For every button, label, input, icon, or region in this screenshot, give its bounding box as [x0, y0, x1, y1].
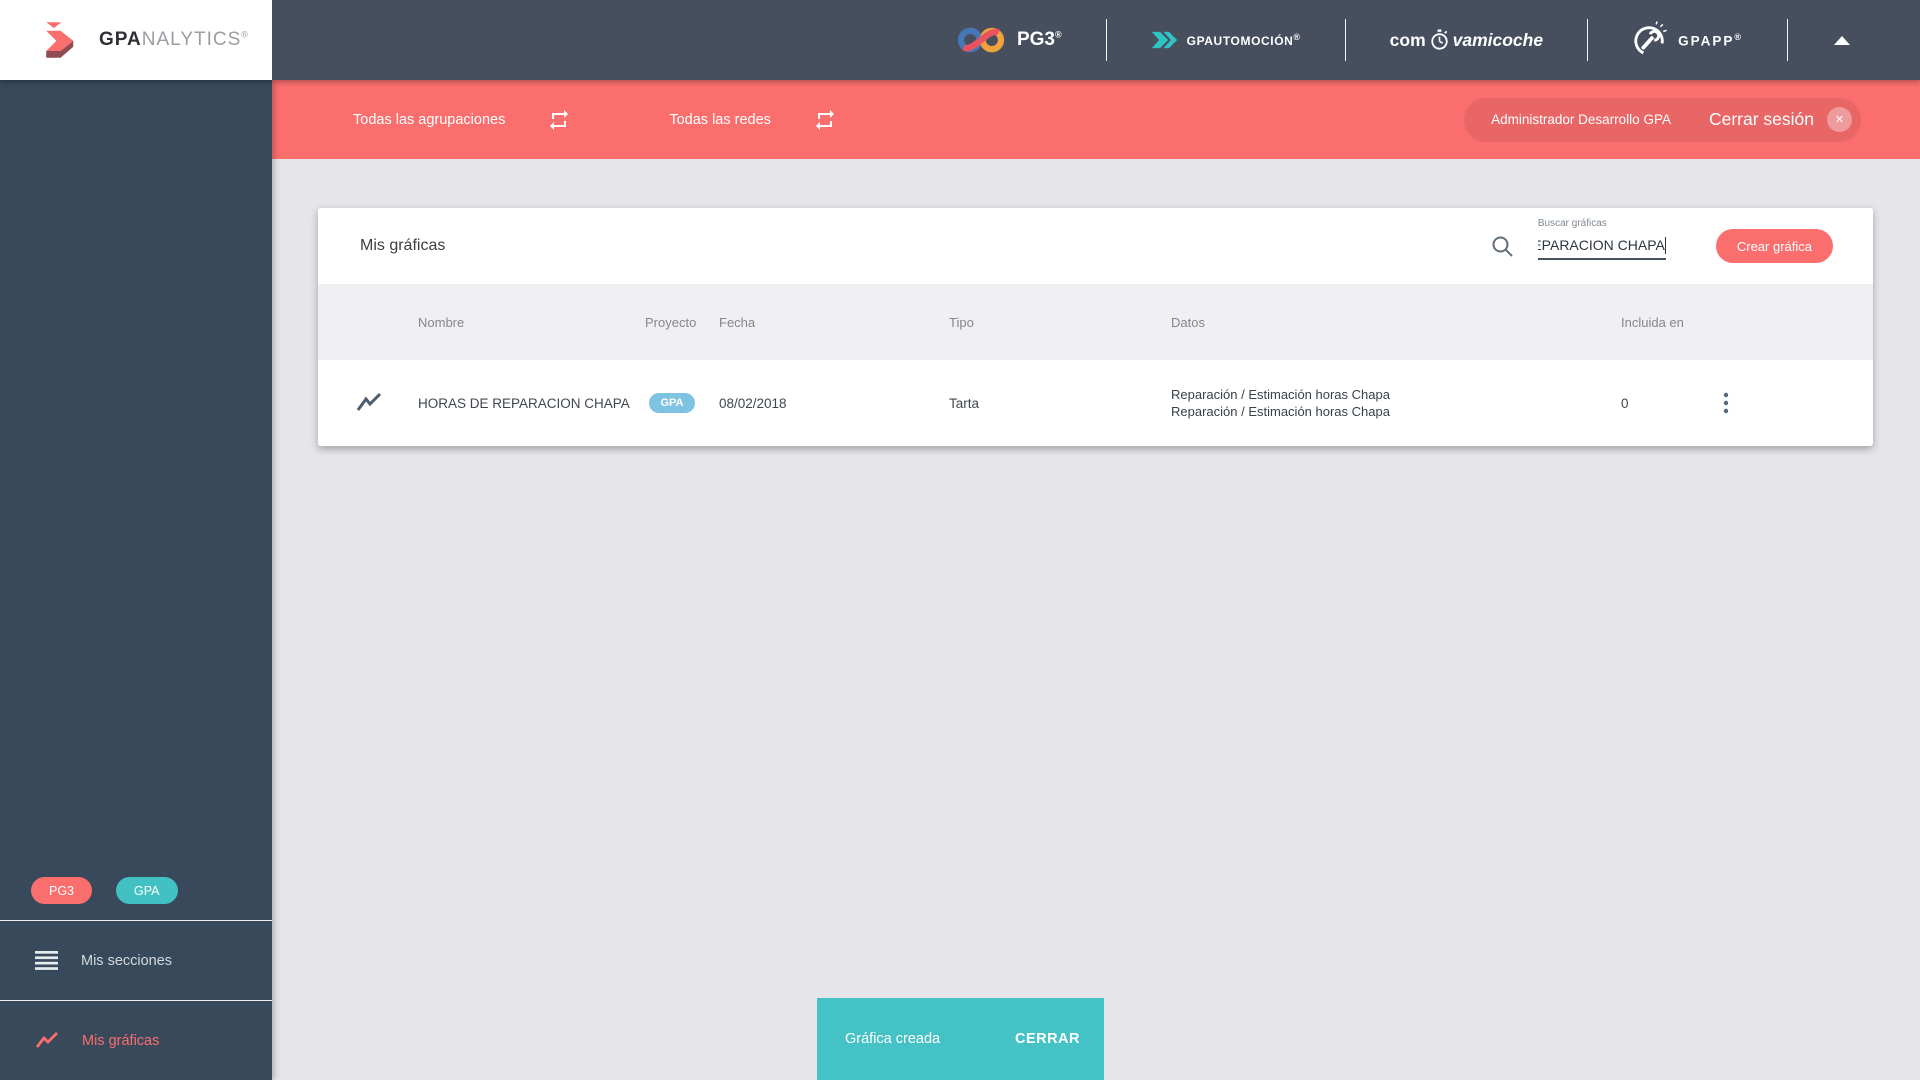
column-header-proyecto: Proyecto [645, 314, 697, 330]
sidebar-item-mis-graficas[interactable]: Mis gráficas [0, 1000, 272, 1080]
logout-icon: ✕ [1827, 107, 1852, 132]
create-chart-button[interactable]: Crear gráfica [1715, 229, 1833, 263]
user-session-pill: Administrador Desarrollo GPA Cerrar sesi… [1464, 97, 1861, 142]
sidebar-item-label: Mis secciones [81, 952, 173, 969]
topbar-divider [1344, 19, 1346, 61]
snackbar-close-button[interactable]: CERRAR [1005, 1023, 1090, 1055]
panel-title: Mis gráficas [360, 237, 446, 254]
row-chart-type-icon [318, 392, 418, 414]
gpapp-label: GPAPP® [1678, 31, 1743, 49]
sidebar-badges: PG3 GPA [0, 877, 272, 920]
pg3-logo[interactable]: PG3® [956, 23, 1062, 57]
row-data-line: Reparación / Estimación horas Chapa [1171, 387, 1390, 402]
charts-panel: Mis gráficas Buscar gráficas REPARACION … [318, 208, 1873, 446]
topbar-product-logos: PG3® GPAUTOMOCIÓN® com vamicoche GPAPP® [956, 0, 1850, 80]
logo-bold-text: GPA [99, 29, 142, 50]
topbar-divider [1587, 19, 1589, 61]
topbar-divider [1787, 19, 1788, 61]
sidebar: PG3 GPA Mis secciones Mis gráficas [0, 80, 272, 1080]
pg3-infinity-icon [957, 27, 1005, 53]
topbar: GPANALYTICS® PG3® GPAUTOMOCIÓN® com vami… [0, 0, 1920, 80]
row-included-in: 0 [1621, 395, 1629, 411]
row-data: Reparación / Estimación horas Chapa Repa… [1171, 386, 1621, 420]
row-data-line: Reparación / Estimación horas Chapa [1171, 404, 1390, 419]
row-project: GPA [645, 393, 719, 413]
search-input-value: REPARACION CHAPA [1538, 237, 1665, 253]
search-icon[interactable] [1490, 234, 1515, 259]
sidebar-bottom-nav: PG3 GPA Mis secciones Mis gráficas [0, 877, 272, 1080]
gpanalytics-wordmark: GPANALYTICS® [99, 29, 249, 51]
logout-label: Cerrar sesión [1708, 109, 1814, 129]
networks-filter[interactable]: Todas las redes [669, 112, 771, 128]
networks-switch-icon[interactable] [813, 108, 837, 132]
row-name: HORAS DE REPARACION CHAPA [418, 395, 630, 411]
compravamicoche-right-text: vamicoche [1452, 29, 1544, 50]
snackbar-message: Gráfica creada [845, 1031, 941, 1047]
compravamicoche-logo[interactable]: com vamicoche [1390, 29, 1543, 51]
pg3-label: PG3® [1016, 29, 1062, 50]
column-header-datos: Datos [1171, 314, 1205, 330]
line-chart-icon [35, 1031, 59, 1051]
list-icon [35, 951, 58, 970]
row-menu-kebab-icon[interactable] [1719, 388, 1733, 418]
panel-header: Mis gráficas Buscar gráficas REPARACION … [318, 208, 1873, 284]
line-chart-icon [356, 392, 382, 411]
text-caret [1664, 236, 1666, 254]
compravamicoche-left-text: com [1389, 29, 1426, 50]
groups-switch-icon[interactable] [547, 108, 571, 132]
pg3-badge[interactable]: PG3 [31, 877, 93, 904]
column-header-incluida-en: Incluida en [1621, 314, 1684, 330]
filter-bar: Todas las agrupaciones Todas las redes A… [272, 80, 1920, 159]
column-header-nombre: Nombre [418, 314, 465, 330]
topbar-divider [1105, 19, 1107, 61]
sidebar-item-label: Mis gráficas [82, 1032, 160, 1049]
logout-button[interactable]: Cerrar sesión ✕ [1709, 107, 1852, 132]
table-row[interactable]: HORAS DE REPARACION CHAPA GPA 08/02/2018… [318, 360, 1873, 446]
gpautomocion-arrow-icon [1151, 31, 1177, 49]
gpanalytics-logo: GPANALYTICS® [0, 0, 272, 80]
gpapp-logo[interactable]: GPAPP® [1632, 21, 1743, 59]
sidebar-item-mis-secciones[interactable]: Mis secciones [0, 920, 272, 1000]
row-date: 08/02/2018 [719, 395, 787, 411]
row-actions [1717, 388, 1873, 418]
gpanalytics-arrow-icon [46, 22, 74, 58]
search-input[interactable]: REPARACION CHAPA [1537, 233, 1666, 260]
gpautomocion-label: GPAUTOMOCIÓN® [1186, 32, 1301, 48]
gpapp-wrench-icon [1634, 21, 1667, 56]
panel-tools: Buscar gráficas REPARACION CHAPA Crear g… [1490, 218, 1833, 263]
collapse-menu-icon[interactable] [1834, 35, 1850, 45]
gpa-badge[interactable]: GPA [116, 877, 178, 904]
logo-light-text: NALYTICS [141, 29, 242, 50]
table-header-row: Nombre Proyecto Fecha Tipo Datos Incluid… [318, 284, 1873, 360]
logo-registered-mark: ® [241, 29, 249, 40]
search-field: Buscar gráficas REPARACION CHAPA [1537, 218, 1666, 260]
column-header-tipo: Tipo [949, 314, 974, 330]
search-field-label: Buscar gráficas [1537, 217, 1607, 229]
project-badge: GPA [649, 393, 695, 413]
stopwatch-icon [1430, 29, 1448, 50]
row-type: Tarta [949, 395, 980, 411]
snackbar: Gráfica creada CERRAR [817, 998, 1104, 1080]
column-header-fecha: Fecha [719, 314, 756, 330]
main-content: Mis gráficas Buscar gráficas REPARACION … [272, 159, 1920, 1080]
gpautomocion-logo[interactable]: GPAUTOMOCIÓN® [1151, 29, 1301, 51]
current-user-name: Administrador Desarrollo GPA [1491, 112, 1671, 127]
groups-filter[interactable]: Todas las agrupaciones [353, 112, 505, 128]
